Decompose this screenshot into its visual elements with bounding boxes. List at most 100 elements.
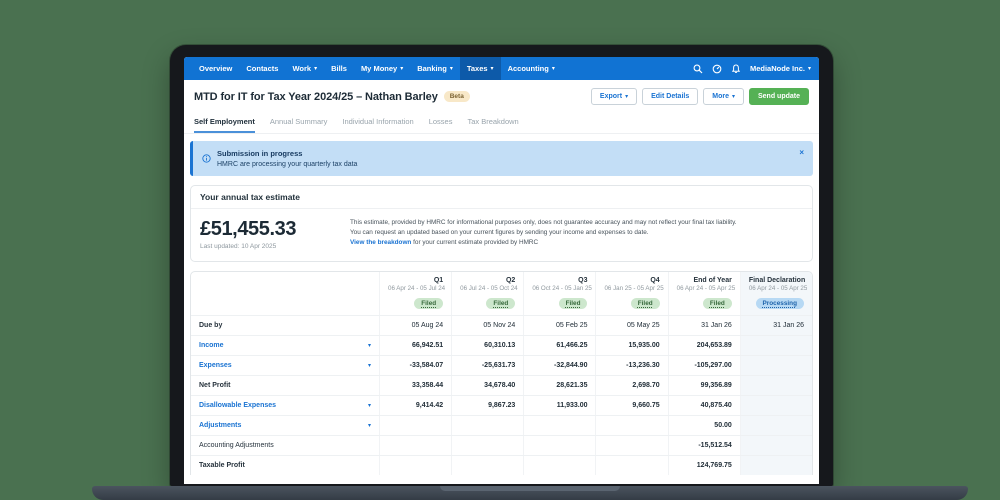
disclaimer-line-3: View the breakdown for your current esti… [350, 238, 803, 248]
value-cell: 31 Jan 26 [739, 316, 812, 335]
status-badge-filed[interactable]: Filed [414, 298, 444, 309]
banner-text: Submission in progress HMRC are processi… [217, 149, 357, 168]
status-badge-filed[interactable]: Filed [630, 298, 660, 309]
value-cell: 61,466.25 [523, 336, 595, 355]
account-name: MediaNode Inc. [749, 64, 805, 73]
nav-item-contacts[interactable]: Contacts [239, 57, 285, 80]
row-label-expenses[interactable]: Expenses ▾ [191, 356, 379, 375]
table-row-accounting-adjustments: Accounting Adjustments -15,512.54 [191, 435, 812, 455]
button-label: More [712, 93, 729, 100]
chevron-down-icon: ▾ [314, 64, 318, 72]
status-badge-filed[interactable]: Filed [558, 298, 588, 309]
table-row-disallowable-expenses: Disallowable Expenses ▾ 9,414.42 9,867.23 11… [191, 395, 812, 415]
table-row-income: Income ▾ 66,942.51 60,310.13 61,466.25 15,935… [191, 335, 812, 355]
row-label: Net Profit [199, 382, 231, 389]
value-cell [739, 356, 812, 375]
notifications-bell-icon[interactable] [731, 63, 741, 74]
nav-item-taxes[interactable]: Taxes ▾ [459, 57, 501, 80]
tab-annual-summary[interactable]: Annual Summary [270, 111, 328, 133]
row-label-adjustments[interactable]: Adjustments ▾ [191, 416, 379, 435]
chevron-down-icon[interactable]: ▾ [368, 422, 371, 429]
tab-self-employment[interactable]: Self Employment [194, 111, 255, 133]
nav-item-work[interactable]: Work ▾ [285, 57, 324, 80]
view-breakdown-link[interactable]: View the breakdown [350, 239, 411, 246]
chevron-down-icon: ▾ [449, 64, 453, 72]
button-edit-details[interactable]: Edit Details [642, 88, 699, 105]
value-cell: 2,698.70 [595, 376, 667, 395]
laptop-mockup: Overview Contacts Work ▾ Bills My Money … [170, 45, 833, 486]
row-label: Due by [199, 322, 223, 329]
nav-item-banking[interactable]: Banking ▾ [410, 57, 460, 80]
page-header: MTD for IT for Tax Year 2024/25 – Nathan… [184, 80, 819, 111]
estimate-body: £51,455.33 Last updated: 10 Apr 2025 Thi… [191, 209, 812, 261]
banner-title: Submission in progress [217, 149, 303, 158]
status-cell: Filed [451, 296, 523, 315]
status-cell: Filed [667, 296, 740, 315]
value-cell: 31 Jan 26 [667, 316, 740, 335]
nav-item-label: My Money [360, 64, 398, 73]
status-badge-processing[interactable]: Processing [755, 298, 804, 309]
button-more[interactable]: More ▾ [703, 88, 744, 105]
button-export[interactable]: Export ▾ [590, 88, 638, 105]
nav-item-overview[interactable]: Overview [192, 57, 239, 80]
status-cell: Filed [379, 296, 451, 315]
value-cell [739, 396, 812, 415]
disclaimer-line-1: This estimate, provided by HMRC for info… [350, 219, 737, 226]
chevron-down-icon[interactable]: ▾ [368, 362, 371, 369]
status-cell: Processing [739, 296, 812, 315]
row-label-income[interactable]: Income ▾ [191, 336, 379, 355]
table-body: Due by 05 Aug 24 05 Nov 24 05 Feb 25 05 May … [191, 315, 812, 475]
row-label: Expenses [199, 362, 232, 369]
laptop-base [92, 486, 968, 500]
nav-item-label: Bills [331, 64, 347, 73]
status-badge-filed[interactable]: Filed [486, 298, 516, 309]
column-header-end-of-year: End of Year 06 Apr 24 - 05 Apr 25 [667, 272, 740, 296]
status-badge-filed[interactable]: Filed [702, 298, 732, 309]
row-label-taxable-profit: Taxable Profit [191, 456, 379, 475]
nav-item-my-money[interactable]: My Money ▾ [354, 57, 410, 80]
row-label: Adjustments [199, 422, 242, 429]
value-cell: 15,935.00 [595, 336, 667, 355]
value-cell [379, 436, 451, 455]
banner-message: HMRC are processing your quarterly tax d… [217, 161, 358, 168]
value-cell: 05 May 25 [595, 316, 667, 335]
value-cell [739, 336, 812, 355]
value-cell [595, 456, 667, 475]
chevron-down-icon: ▾ [551, 64, 555, 72]
chevron-down-icon: ▾ [731, 92, 735, 100]
chevron-down-icon: ▾ [807, 64, 811, 72]
tab-individual-information[interactable]: Individual Information [342, 111, 413, 133]
chevron-down-icon[interactable]: ▾ [368, 342, 371, 349]
value-cell: -33,584.07 [379, 356, 451, 375]
status-cell: Filed [595, 296, 667, 315]
nav-item-accounting[interactable]: Accounting ▾ [501, 57, 562, 80]
top-navbar: Overview Contacts Work ▾ Bills My Money … [184, 57, 819, 80]
estimate-amount-block: £51,455.33 Last updated: 10 Apr 2025 [200, 218, 350, 250]
tab-tax-breakdown[interactable]: Tax Breakdown [467, 111, 518, 133]
search-icon[interactable] [693, 64, 703, 74]
value-cell [379, 416, 451, 435]
button-send-update[interactable]: Send update [748, 88, 809, 105]
tab-label: Annual Summary [269, 117, 328, 126]
account-menu[interactable]: MediaNode Inc. ▾ [750, 64, 811, 73]
close-icon[interactable]: × [799, 148, 804, 157]
value-cell: 11,933.00 [523, 396, 595, 415]
value-cell [523, 436, 595, 455]
row-label: Accounting Adjustments [199, 442, 274, 449]
row-label-disallowable-expenses[interactable]: Disallowable Expenses ▾ [191, 396, 379, 415]
value-cell: 66,942.51 [379, 336, 451, 355]
timer-icon[interactable] [712, 64, 722, 74]
chevron-down-icon: ▾ [400, 64, 404, 72]
value-cell [595, 436, 667, 455]
nav-item-bills[interactable]: Bills [324, 57, 354, 80]
estimate-heading: Your annual tax estimate [191, 186, 812, 209]
tab-losses[interactable]: Losses [429, 111, 453, 133]
tab-label: Tax Breakdown [467, 117, 519, 126]
value-cell: 05 Nov 24 [451, 316, 523, 335]
value-cell: 204,653.89 [667, 336, 740, 355]
nav-item-label: Banking [417, 64, 447, 73]
estimate-disclaimer: This estimate, provided by HMRC for info… [350, 218, 803, 250]
chevron-down-icon[interactable]: ▾ [368, 402, 371, 409]
value-cell: 9,660.75 [595, 396, 667, 415]
nav-item-label: Overview [199, 64, 233, 73]
